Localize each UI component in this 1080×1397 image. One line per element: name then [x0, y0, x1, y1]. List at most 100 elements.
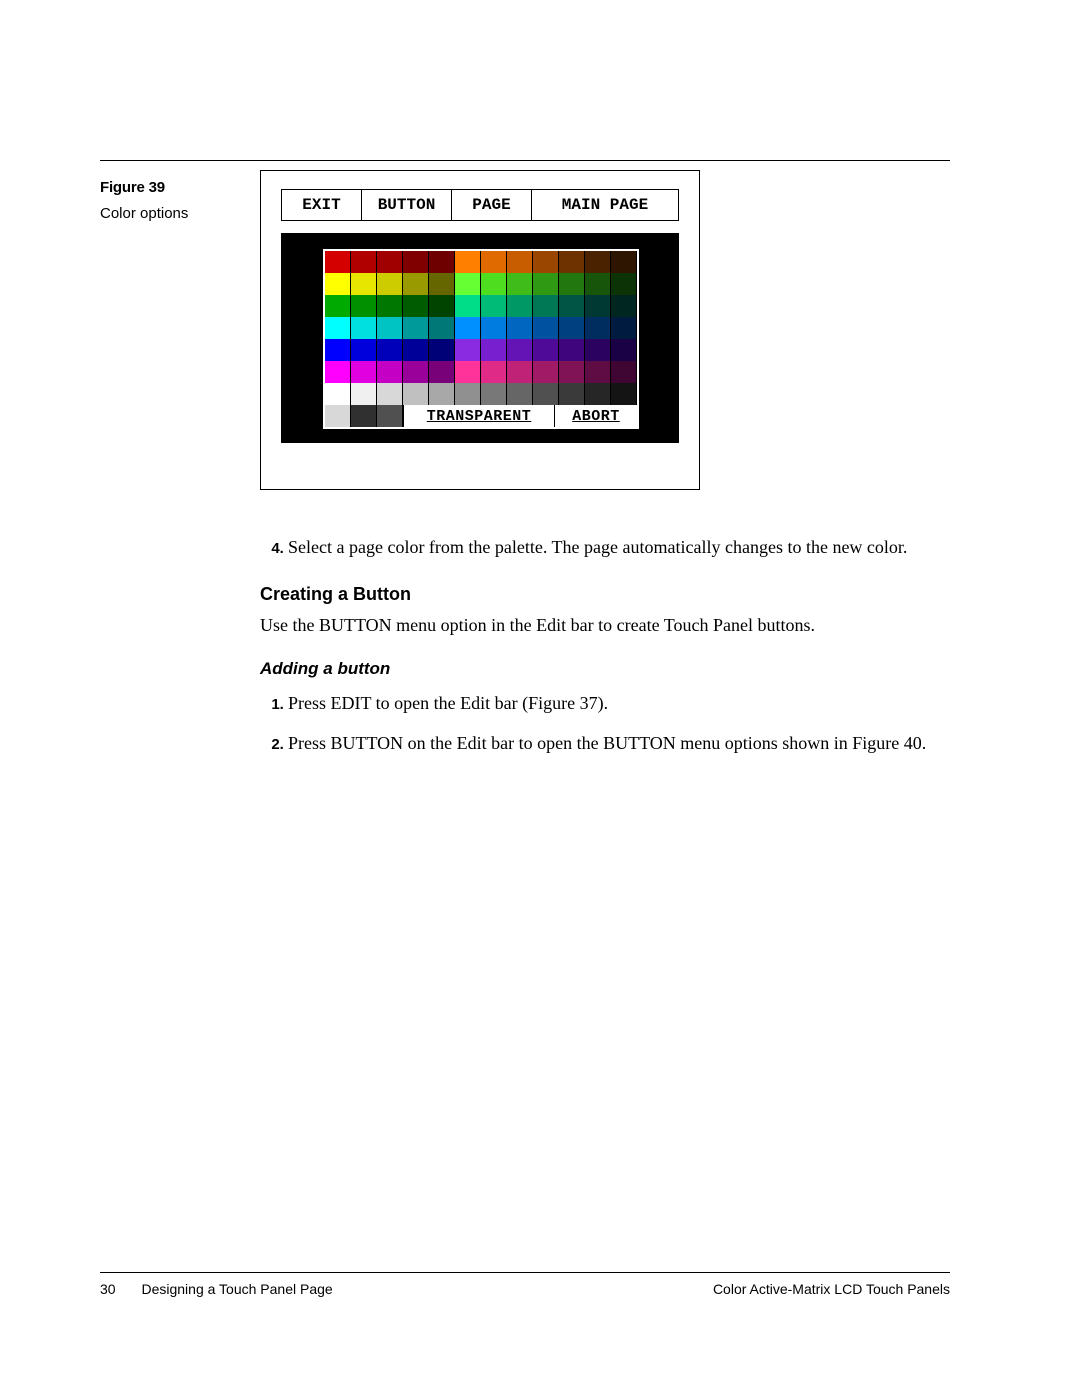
color-swatch[interactable] [351, 273, 377, 295]
color-swatch[interactable] [325, 383, 351, 405]
color-swatch[interactable] [481, 295, 507, 317]
color-swatch[interactable] [507, 295, 533, 317]
color-swatch[interactable] [559, 339, 585, 361]
color-swatch[interactable] [325, 317, 351, 339]
color-swatch[interactable] [325, 295, 351, 317]
color-swatch[interactable] [611, 273, 637, 295]
color-swatch[interactable] [429, 339, 455, 361]
color-swatch[interactable] [377, 317, 403, 339]
palette-row [325, 251, 637, 273]
color-swatch[interactable] [507, 361, 533, 383]
palette-row [325, 361, 637, 383]
abort-button[interactable]: ABORT [554, 405, 637, 427]
color-swatch[interactable] [325, 273, 351, 295]
color-swatch[interactable] [611, 295, 637, 317]
color-swatch[interactable] [325, 361, 351, 383]
color-swatch[interactable] [403, 317, 429, 339]
color-swatch[interactable] [585, 383, 611, 405]
color-swatch[interactable] [559, 317, 585, 339]
color-swatch[interactable] [325, 251, 351, 273]
menubar-main-page[interactable]: MAIN PAGE [532, 190, 678, 220]
color-swatch[interactable] [481, 273, 507, 295]
color-swatch[interactable] [351, 383, 377, 405]
color-swatch[interactable] [351, 405, 377, 427]
color-swatch[interactable] [429, 317, 455, 339]
color-swatch[interactable] [507, 251, 533, 273]
color-swatch[interactable] [507, 273, 533, 295]
color-swatch[interactable] [611, 251, 637, 273]
color-swatch[interactable] [455, 361, 481, 383]
color-swatch[interactable] [533, 339, 559, 361]
color-swatch[interactable] [377, 339, 403, 361]
color-swatch[interactable] [507, 383, 533, 405]
color-swatch[interactable] [429, 361, 455, 383]
color-swatch[interactable] [533, 383, 559, 405]
color-swatch[interactable] [533, 273, 559, 295]
page-footer: 30 Designing a Touch Panel Page Color Ac… [100, 1272, 950, 1297]
color-swatch[interactable] [585, 317, 611, 339]
color-swatch[interactable] [403, 295, 429, 317]
color-swatch[interactable] [377, 361, 403, 383]
color-swatch[interactable] [351, 361, 377, 383]
color-swatch[interactable] [403, 383, 429, 405]
color-swatch[interactable] [533, 317, 559, 339]
color-swatch[interactable] [403, 273, 429, 295]
color-swatch[interactable] [481, 361, 507, 383]
color-swatch[interactable] [377, 383, 403, 405]
color-swatch[interactable] [611, 361, 637, 383]
color-swatch[interactable] [507, 339, 533, 361]
color-swatch[interactable] [403, 361, 429, 383]
color-swatch[interactable] [377, 251, 403, 273]
color-swatch[interactable] [403, 251, 429, 273]
color-swatch[interactable] [559, 273, 585, 295]
color-swatch[interactable] [559, 361, 585, 383]
color-swatch[interactable] [585, 339, 611, 361]
color-swatch[interactable] [351, 339, 377, 361]
color-swatch[interactable] [585, 273, 611, 295]
color-swatch[interactable] [455, 383, 481, 405]
color-swatch[interactable] [351, 317, 377, 339]
color-swatch[interactable] [481, 339, 507, 361]
color-swatch[interactable] [559, 295, 585, 317]
color-swatch[interactable] [611, 317, 637, 339]
color-swatch[interactable] [455, 295, 481, 317]
color-swatch[interactable] [481, 383, 507, 405]
color-swatch[interactable] [377, 295, 403, 317]
color-swatch[interactable] [585, 295, 611, 317]
color-swatch[interactable] [585, 361, 611, 383]
color-swatch[interactable] [325, 339, 351, 361]
color-swatch[interactable] [585, 251, 611, 273]
step-1: Press EDIT to open the Edit bar (Figure … [288, 691, 950, 716]
color-swatch[interactable] [325, 405, 351, 427]
color-swatch[interactable] [403, 339, 429, 361]
step-2: Press BUTTON on the Edit bar to open the… [288, 731, 950, 756]
transparent-button[interactable]: TRANSPARENT [403, 405, 554, 427]
color-swatch[interactable] [351, 251, 377, 273]
color-swatch[interactable] [455, 317, 481, 339]
menubar-exit[interactable]: EXIT [282, 190, 362, 220]
color-swatch[interactable] [429, 383, 455, 405]
menubar-page[interactable]: PAGE [452, 190, 532, 220]
color-swatch[interactable] [429, 295, 455, 317]
color-swatch[interactable] [559, 251, 585, 273]
color-swatch[interactable] [533, 361, 559, 383]
color-swatch[interactable] [533, 251, 559, 273]
ui-panel-frame: EXIT BUTTON PAGE MAIN PAGE TRANSPARENT A… [260, 170, 700, 490]
color-swatch[interactable] [377, 273, 403, 295]
color-swatch[interactable] [611, 339, 637, 361]
color-swatch[interactable] [351, 295, 377, 317]
color-swatch[interactable] [481, 317, 507, 339]
color-swatch[interactable] [377, 405, 403, 427]
color-swatch[interactable] [429, 273, 455, 295]
color-swatch[interactable] [533, 295, 559, 317]
body-content: Select a page color from the palette. Th… [260, 535, 950, 770]
color-swatch[interactable] [481, 251, 507, 273]
color-swatch[interactable] [559, 383, 585, 405]
color-swatch[interactable] [429, 251, 455, 273]
color-swatch[interactable] [507, 317, 533, 339]
color-swatch[interactable] [455, 251, 481, 273]
menubar-button[interactable]: BUTTON [362, 190, 452, 220]
color-swatch[interactable] [455, 339, 481, 361]
color-swatch[interactable] [455, 273, 481, 295]
color-swatch[interactable] [611, 383, 637, 405]
